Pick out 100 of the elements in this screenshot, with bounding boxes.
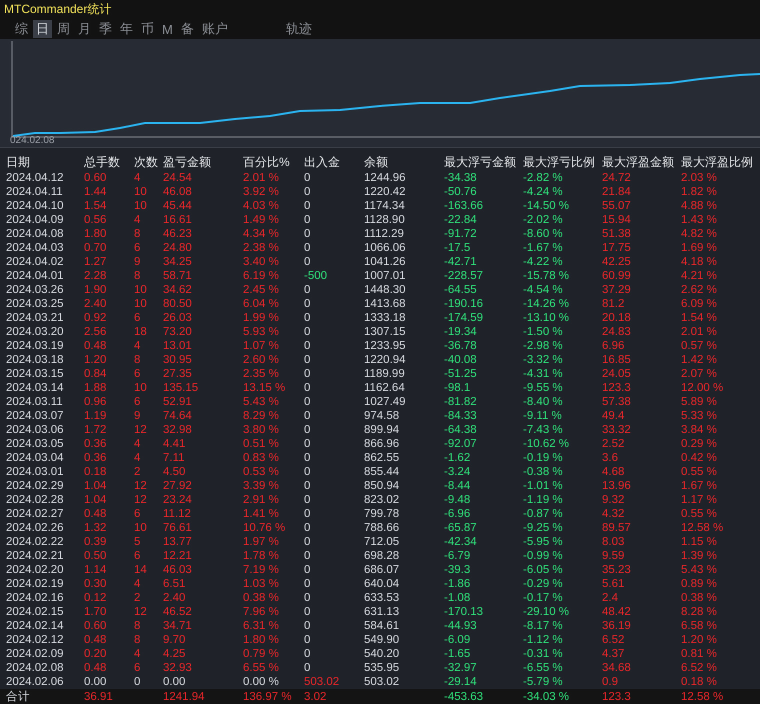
table-cell-text: -8.60 % bbox=[523, 228, 564, 240]
table-cell-text: -42.71 bbox=[444, 256, 478, 268]
table-cell-text: -0.87 % bbox=[523, 508, 564, 520]
table-cell-text: 2024.04.02 bbox=[6, 256, 65, 268]
table-cell-text: 2024.02.06 bbox=[6, 676, 65, 688]
table-cell-text: -5.79 % bbox=[523, 676, 564, 688]
table-cell-text: 5.93 % bbox=[243, 326, 280, 338]
total-cell-text: -453.63 bbox=[444, 690, 484, 702]
table-cell-text: 42.25 bbox=[602, 256, 632, 268]
table-cell-text: 23.24 bbox=[163, 494, 193, 506]
tab[interactable]: 综 bbox=[12, 20, 31, 38]
table-cell-text: -0.29 % bbox=[523, 578, 564, 590]
table-cell-text: 0.20 bbox=[84, 648, 108, 660]
table-cell-text: 0.48 bbox=[84, 340, 108, 352]
table-cell-text: 12.21 bbox=[163, 550, 193, 562]
table-cell-text: 1.03 % bbox=[243, 578, 280, 590]
table-cell-text: 51.38 bbox=[602, 228, 632, 240]
table-cell-text: 0.00 bbox=[84, 676, 108, 688]
tab[interactable]: 日 bbox=[33, 20, 52, 38]
table-cell-text: 0.42 % bbox=[681, 452, 718, 464]
table-cell-text: 2.52 bbox=[602, 438, 626, 450]
table-cell-text: 10 bbox=[134, 186, 148, 198]
tab[interactable]: 账户 bbox=[198, 20, 231, 38]
table-cell-text: 0.84 bbox=[84, 368, 108, 380]
table-cell-text: 549.90 bbox=[364, 634, 400, 646]
tab[interactable]: 月 bbox=[75, 20, 94, 38]
table-cell-text: 0 bbox=[304, 606, 312, 618]
table-cell-text: 0 bbox=[304, 494, 312, 506]
tab[interactable]: 轨迹 bbox=[282, 20, 315, 38]
table-cell-text: 8 bbox=[134, 270, 142, 282]
table-cell-text: 0 bbox=[304, 438, 312, 450]
table-cell-text: -92.07 bbox=[444, 438, 478, 450]
table-cell-text: 5.43 % bbox=[681, 564, 718, 576]
table-cell-text: -190.16 bbox=[444, 298, 484, 310]
table-cell-text: -42.34 bbox=[444, 536, 478, 548]
table-cell-text: -6.05 % bbox=[523, 564, 564, 576]
table-cell-text: 0.57 % bbox=[681, 340, 718, 352]
table-cell-text: 81.2 bbox=[602, 298, 626, 310]
table-cell-text: 55.07 bbox=[602, 200, 632, 212]
table-cell-text: 0 bbox=[304, 382, 312, 394]
table-cell-text: 0.29 % bbox=[681, 438, 718, 450]
table-cell-text: 2024.02.08 bbox=[6, 662, 65, 674]
table-cell-text: -44.93 bbox=[444, 620, 478, 632]
tab[interactable]: 备 bbox=[178, 20, 197, 38]
table-cell-text: 49.4 bbox=[602, 410, 626, 422]
table-cell-text: 123.3 bbox=[602, 382, 632, 394]
tab[interactable]: 周 bbox=[54, 20, 73, 38]
table-cell-text: 5.61 bbox=[602, 578, 626, 590]
table-cell-text: 640.04 bbox=[364, 578, 400, 590]
table-cell-text: 1233.95 bbox=[364, 340, 407, 352]
table-cell-text: 0.36 bbox=[84, 438, 108, 450]
table-cell-text: 0 bbox=[304, 508, 312, 520]
table-cell-text: 2024.02.16 bbox=[6, 592, 65, 604]
table-cell-text: 0.00 bbox=[163, 676, 186, 688]
table-cell-text: 8 bbox=[134, 634, 142, 646]
table-cell-text: 0 bbox=[304, 312, 312, 324]
table-cell-text: 0.38 % bbox=[243, 592, 280, 604]
table-cell-text: 1.20 % bbox=[681, 634, 718, 646]
table-cell-text: 9 bbox=[134, 410, 142, 422]
table-cell-text: 20.18 bbox=[602, 312, 632, 324]
table-cell-text: 2.28 bbox=[84, 270, 108, 282]
table-cell-text: 5.33 % bbox=[681, 410, 718, 422]
total-cell-text: 123.3 bbox=[602, 690, 632, 702]
table-cell-text: -34.38 bbox=[444, 172, 478, 184]
table-cell-text: -65.87 bbox=[444, 522, 478, 534]
table-cell-text: -0.19 % bbox=[523, 452, 564, 464]
tab[interactable]: M bbox=[159, 20, 176, 38]
total-cell-text: 3.02 bbox=[304, 690, 328, 702]
tab[interactable]: 币 bbox=[138, 20, 157, 38]
table-cell-text: 0 bbox=[304, 396, 312, 408]
table-cell-text: 24.80 bbox=[163, 242, 193, 254]
column-header: 最大浮亏比例 bbox=[523, 154, 596, 171]
table-cell-text: 503.02 bbox=[364, 676, 400, 688]
table-cell-text: 2024.03.25 bbox=[6, 298, 65, 310]
table-cell-text: 850.94 bbox=[364, 480, 400, 492]
table-cell-text: 24.54 bbox=[163, 172, 193, 184]
tab[interactable]: 年 bbox=[117, 20, 136, 38]
table-cell-text: 7.96 % bbox=[243, 606, 280, 618]
table-cell-text: -6.55 % bbox=[523, 662, 564, 674]
table-cell-text: -40.08 bbox=[444, 354, 478, 366]
table-cell-text: 6 bbox=[134, 508, 142, 520]
tab[interactable]: 季 bbox=[96, 20, 115, 38]
table-cell-text: 2.56 bbox=[84, 326, 108, 338]
table-cell-text: 8 bbox=[134, 228, 142, 240]
table-cell-text: 27.35 bbox=[163, 368, 193, 380]
table-cell-text: 32.93 bbox=[163, 662, 193, 674]
table-cell-text: 0 bbox=[304, 410, 312, 422]
table-cell-text: 0 bbox=[304, 228, 312, 240]
table-cell-text: 0.96 bbox=[84, 396, 108, 408]
table-cell-text: 4.21 % bbox=[681, 270, 718, 282]
table-cell-text: 0 bbox=[304, 172, 312, 184]
column-header: 盈亏金额 bbox=[163, 154, 212, 171]
table-cell-text: 2024.02.22 bbox=[6, 536, 65, 548]
table-cell-text: 1.49 % bbox=[243, 214, 280, 226]
table-cell-text: -500 bbox=[304, 270, 328, 282]
total-cell-text: 1241.94 bbox=[163, 690, 206, 702]
table-cell-text: 0.48 bbox=[84, 662, 108, 674]
table-cell-text: 1448.30 bbox=[364, 284, 407, 296]
column-header: 最大浮盈金额 bbox=[602, 154, 675, 171]
table-cell-text: 0 bbox=[304, 466, 312, 478]
